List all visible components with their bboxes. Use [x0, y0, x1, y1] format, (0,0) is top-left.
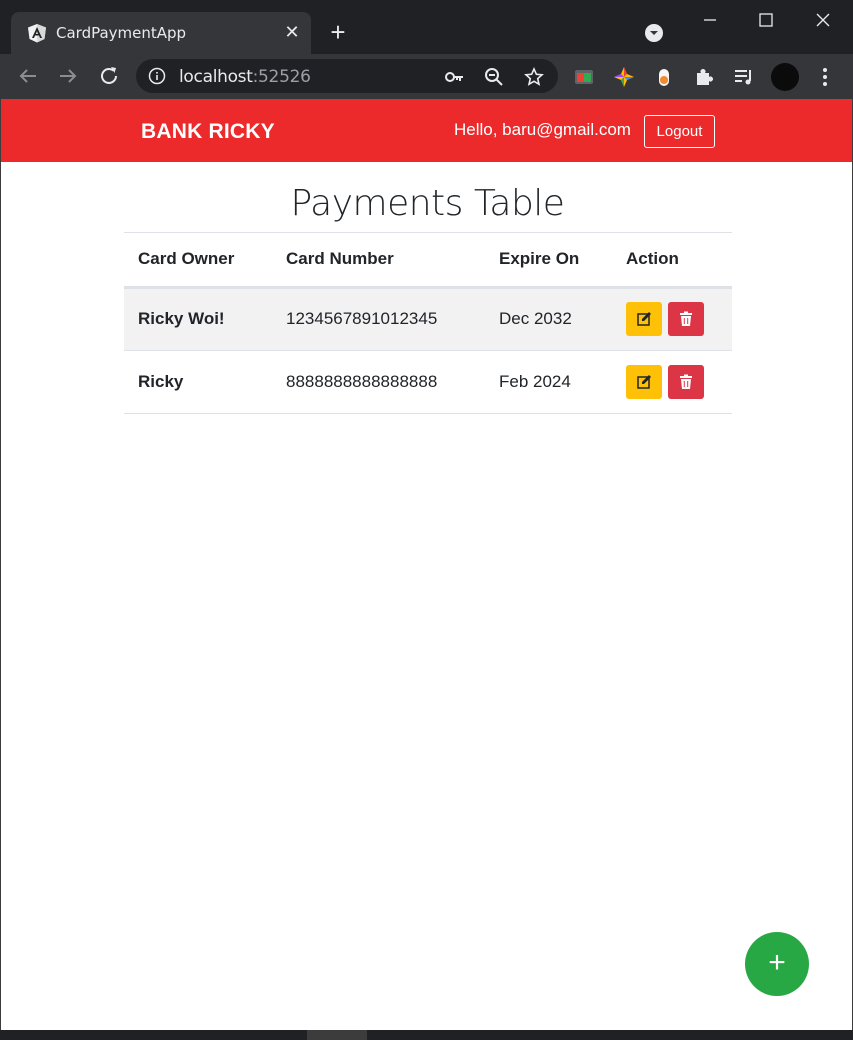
column-header-expire-on: Expire On: [485, 233, 612, 289]
tab-title: CardPaymentApp: [56, 24, 187, 42]
tab-search-icon[interactable]: [643, 22, 665, 44]
column-header-action: Action: [612, 233, 732, 289]
page-viewport: BANK RICKY Hello, baru@gmail.com Logout …: [0, 99, 853, 1030]
angular-icon: [28, 24, 46, 43]
color-picker-icon[interactable]: [613, 66, 635, 88]
card-owner-cell: Ricky Woi!: [124, 287, 272, 351]
action-cell: [612, 287, 732, 351]
app-navbar: BANK RICKY Hello, baru@gmail.com Logout: [1, 99, 852, 162]
edit-button[interactable]: [626, 302, 662, 336]
expire-on-cell: Feb 2024: [485, 350, 612, 414]
plus-icon: +: [768, 946, 786, 979]
expire-on-cell: Dec 2032: [485, 287, 612, 351]
brand-logo[interactable]: BANK RICKY: [141, 120, 275, 144]
page-title: Payments Table: [290, 183, 565, 224]
column-header-card-owner: Card Owner: [124, 233, 272, 289]
action-cell: [612, 350, 732, 414]
zoom-out-icon[interactable]: [484, 67, 504, 87]
extensions-puzzle-icon[interactable]: [693, 66, 715, 88]
forward-icon[interactable]: [56, 64, 80, 88]
extension-toggle-icon[interactable]: [653, 66, 675, 88]
card-number-cell: 8888888888888888: [272, 350, 485, 414]
delete-button[interactable]: [667, 302, 704, 336]
browser-tab[interactable]: CardPaymentApp ✕: [11, 12, 311, 54]
key-icon[interactable]: [444, 67, 464, 87]
card-owner-cell: Ricky: [124, 350, 272, 414]
logout-button[interactable]: Logout: [644, 115, 715, 148]
url-text: localhost:52526: [179, 67, 311, 87]
scrollbar-thumb[interactable]: [307, 1030, 367, 1040]
info-icon[interactable]: [148, 67, 166, 85]
minimize-icon[interactable]: [690, 8, 730, 32]
add-payment-button[interactable]: +: [745, 932, 809, 996]
table-header-row: Card Owner Card Number Expire On Action: [124, 233, 732, 289]
browser-toolbar: localhost:52526: [0, 54, 853, 99]
table-row: Ricky Woi! 1234567891012345 Dec 2032: [124, 287, 732, 351]
trash-icon: [679, 374, 692, 389]
edit-icon: [637, 312, 651, 326]
edit-icon: [637, 374, 651, 389]
maximize-icon[interactable]: [746, 8, 786, 32]
column-header-card-number: Card Number: [272, 233, 485, 289]
payments-table: Card Owner Card Number Expire On Action …: [124, 232, 732, 414]
user-greeting: Hello, baru@gmail.com: [454, 120, 631, 139]
extension-screen-icon[interactable]: [573, 66, 595, 88]
browser-menu-icon[interactable]: [815, 66, 835, 88]
new-tab-icon[interactable]: +: [325, 19, 351, 45]
media-queue-icon[interactable]: [733, 66, 755, 88]
card-number-cell: 1234567891012345: [272, 287, 485, 351]
back-icon[interactable]: [16, 64, 40, 88]
address-bar[interactable]: localhost:52526: [136, 59, 558, 93]
close-window-icon[interactable]: [803, 8, 843, 32]
edit-button[interactable]: [626, 364, 662, 399]
delete-button[interactable]: [667, 364, 704, 399]
browser-tab-strip: CardPaymentApp ✕ +: [0, 0, 853, 54]
bookmark-star-icon[interactable]: [524, 67, 544, 87]
trash-icon: [679, 311, 692, 326]
tab-close-icon[interactable]: ✕: [281, 21, 303, 43]
horizontal-scrollbar[interactable]: [0, 1030, 853, 1040]
reload-icon[interactable]: [97, 64, 121, 88]
table-row: Ricky 8888888888888888 Feb 2024: [124, 350, 732, 414]
profile-avatar[interactable]: [771, 63, 799, 91]
